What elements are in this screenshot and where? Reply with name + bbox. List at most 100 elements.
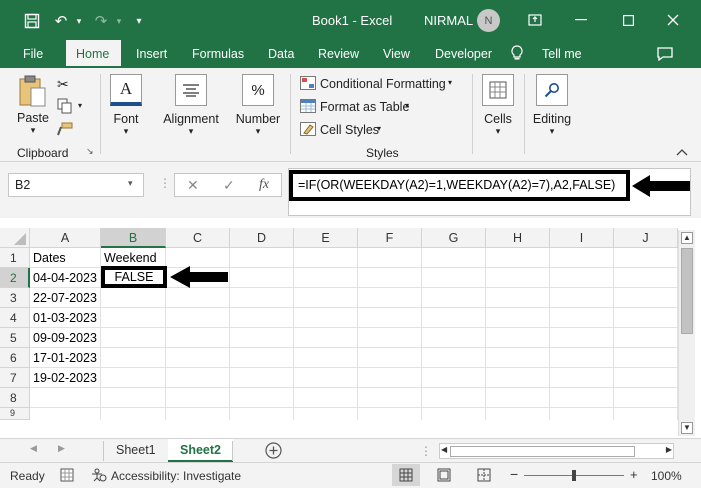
column-header-g[interactable]: G — [422, 228, 486, 248]
column-header-e[interactable]: E — [294, 228, 358, 248]
number-button[interactable]: % Number ▾ — [234, 74, 282, 137]
tab-data[interactable]: Data — [258, 40, 304, 68]
name-box-dropdown-icon[interactable]: ▾ — [128, 178, 133, 189]
clipboard-launcher-icon[interactable]: ↘ — [86, 146, 94, 157]
column-header-f[interactable]: F — [358, 228, 422, 248]
paste-dropdown-icon[interactable]: ▾ — [14, 125, 52, 136]
format-painter-icon[interactable] — [57, 122, 73, 139]
close-icon[interactable] — [661, 9, 685, 31]
tab-home[interactable]: Home — [66, 40, 121, 68]
cut-icon[interactable]: ✂ — [57, 76, 69, 93]
column-header-a[interactable]: A — [30, 228, 101, 248]
cell-a6[interactable]: 17-01-2023 — [30, 348, 101, 368]
tab-insert[interactable]: Insert — [126, 40, 177, 68]
column-header-c[interactable]: C — [166, 228, 230, 248]
user-name[interactable]: NIRMAL — [424, 13, 473, 28]
vertical-scrollbar[interactable]: ▲ ▼ — [678, 230, 695, 436]
row-header-2[interactable]: 2 — [0, 268, 30, 288]
tab-formulas[interactable]: Formulas — [182, 40, 254, 68]
macro-record-icon[interactable] — [60, 468, 74, 485]
active-cell-b2[interactable]: FALSE — [101, 266, 167, 288]
collapse-ribbon-icon[interactable] — [676, 145, 688, 159]
cell-a7[interactable]: 19-02-2023 — [30, 368, 101, 388]
select-all-button[interactable] — [0, 228, 30, 248]
ribbon-display-icon[interactable] — [523, 9, 547, 31]
sheet-next-icon[interactable]: ▶ — [58, 443, 65, 454]
row-header-7[interactable]: 7 — [0, 368, 30, 388]
tab-developer[interactable]: Developer — [425, 40, 502, 68]
column-header-d[interactable]: D — [230, 228, 294, 248]
redo-dropdown-icon[interactable]: ▾ — [114, 10, 124, 32]
horizontal-scroll-thumb[interactable] — [450, 446, 635, 457]
row-header-6[interactable]: 6 — [0, 348, 30, 368]
scroll-down-icon[interactable]: ▼ — [681, 422, 693, 434]
cell-styles-dropdown-icon[interactable]: ▾ — [377, 124, 381, 133]
add-sheet-icon[interactable] — [265, 442, 282, 462]
cells-button[interactable]: Cells ▾ — [478, 74, 518, 137]
editing-button[interactable]: Editing ▾ — [528, 74, 576, 137]
paste-button[interactable]: Paste ▾ — [14, 74, 52, 136]
formula-content[interactable]: =IF(OR(WEEKDAY(A2)=1,WEEKDAY(A2)=7),A2,F… — [289, 170, 630, 201]
redo-icon[interactable]: ↷ — [90, 10, 112, 32]
alignment-button[interactable]: Alignment ▾ — [160, 74, 222, 137]
tell-me-icon[interactable] — [510, 40, 534, 68]
horizontal-scrollbar[interactable]: ◀ ▶ — [439, 443, 674, 459]
zoom-in-button[interactable]: + — [630, 467, 638, 482]
page-break-view-icon[interactable] — [477, 468, 491, 485]
sheet-prev-icon[interactable]: ◀ — [30, 443, 37, 454]
conditional-formatting-icon[interactable] — [300, 76, 316, 93]
sheet-tab-sheet2[interactable]: Sheet2 — [168, 439, 233, 463]
normal-view-icon[interactable] — [392, 464, 420, 486]
row-header-8[interactable]: 8 — [0, 388, 30, 408]
zoom-slider-handle[interactable] — [572, 470, 576, 481]
format-as-table-button[interactable]: Format as Table — [320, 100, 409, 114]
sheet-tab-sheet1[interactable]: Sheet1 — [104, 439, 168, 463]
maximize-icon[interactable] — [616, 9, 640, 31]
cell-styles-button[interactable]: Cell Styles — [320, 123, 379, 137]
column-header-h[interactable]: H — [486, 228, 550, 248]
font-button[interactable]: A Font ▾ — [108, 74, 144, 137]
row-header-5[interactable]: 5 — [0, 328, 30, 348]
undo-dropdown-icon[interactable]: ▾ — [74, 10, 84, 32]
zoom-level[interactable]: 100% — [651, 469, 682, 483]
cell-styles-icon[interactable] — [300, 122, 316, 139]
tab-view[interactable]: View — [373, 40, 420, 68]
scroll-right-icon[interactable]: ▶ — [666, 445, 672, 454]
conditional-formatting-button[interactable]: Conditional Formatting — [320, 77, 446, 91]
row-header-3[interactable]: 3 — [0, 288, 30, 308]
tab-review[interactable]: Review — [308, 40, 369, 68]
format-as-table-icon[interactable] — [300, 99, 316, 116]
save-icon[interactable] — [20, 10, 44, 32]
cell-b1[interactable]: Weekend — [101, 248, 166, 268]
accessibility-status[interactable]: Accessibility: Investigate — [111, 469, 241, 483]
tab-file[interactable]: File — [13, 40, 53, 68]
customize-qat-icon[interactable]: ▾ — [132, 10, 146, 32]
cell-a3[interactable]: 22-07-2023 — [30, 288, 101, 308]
cell-a1[interactable]: Dates — [30, 248, 101, 268]
tab-tell-me[interactable]: Tell me — [532, 40, 592, 68]
conditional-formatting-dropdown-icon[interactable]: ▾ — [448, 78, 452, 87]
cell-a4[interactable]: 01-03-2023 — [30, 308, 101, 328]
minimize-icon[interactable] — [569, 9, 593, 31]
row-header-4[interactable]: 4 — [0, 308, 30, 328]
page-layout-view-icon[interactable] — [437, 468, 451, 485]
vertical-scroll-thumb[interactable] — [681, 248, 693, 334]
copy-icon[interactable] — [57, 98, 73, 117]
cancel-icon[interactable]: ✕ — [187, 177, 199, 194]
copy-dropdown-icon[interactable]: ▾ — [78, 101, 82, 110]
undo-icon[interactable]: ↶ — [50, 10, 72, 32]
row-header-9[interactable]: 9 — [0, 408, 30, 420]
accessibility-icon[interactable] — [91, 468, 107, 485]
name-box[interactable]: B2 — [8, 173, 144, 197]
scroll-up-icon[interactable]: ▲ — [681, 232, 693, 244]
zoom-out-button[interactable]: − — [510, 466, 518, 482]
cell-a5[interactable]: 09-09-2023 — [30, 328, 101, 348]
column-header-b[interactable]: B — [101, 228, 166, 248]
cell-a2[interactable]: 04-04-2023 — [30, 268, 101, 288]
enter-icon[interactable]: ✓ — [223, 177, 235, 194]
column-header-j[interactable]: J — [614, 228, 678, 248]
scroll-left-icon[interactable]: ◀ — [441, 445, 447, 454]
format-as-table-dropdown-icon[interactable]: ▾ — [405, 101, 409, 110]
comments-icon[interactable] — [656, 44, 674, 64]
row-header-1[interactable]: 1 — [0, 248, 30, 268]
